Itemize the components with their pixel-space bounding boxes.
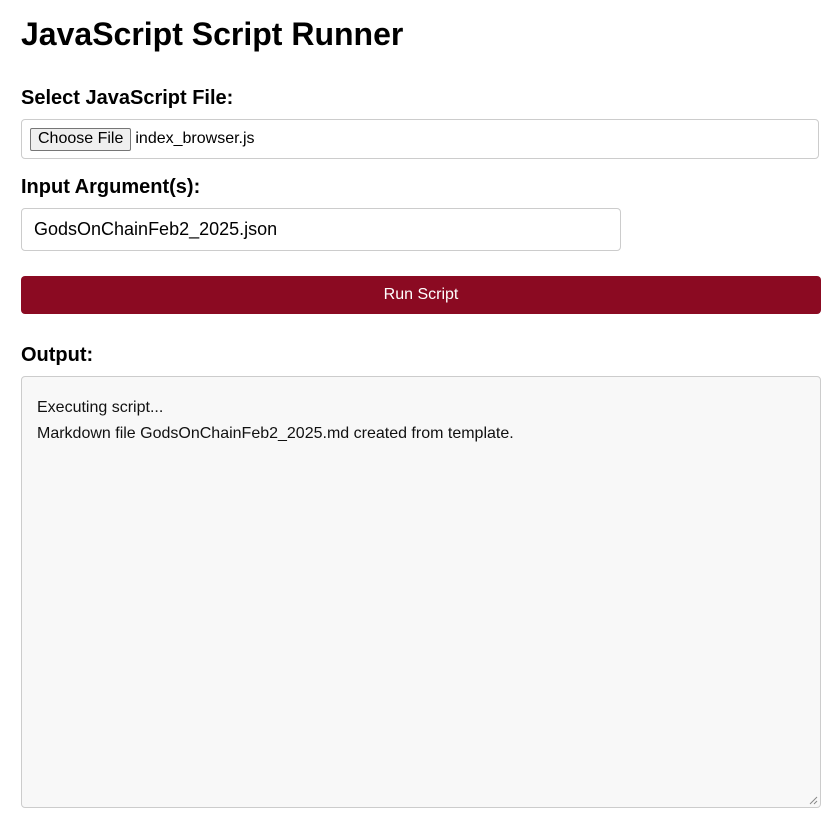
- selected-file-name: index_browser.js: [135, 130, 255, 147]
- output-label: Output:: [21, 344, 94, 366]
- file-input[interactable]: Choose File index_browser.js: [21, 119, 819, 159]
- page-title: JavaScript Script Runner: [21, 16, 404, 52]
- run-script-button[interactable]: Run Script: [21, 276, 821, 314]
- output-textarea[interactable]: Executing script... Markdown file GodsOn…: [21, 376, 821, 808]
- resize-handle-icon[interactable]: [808, 795, 818, 805]
- output-line: Markdown file GodsOnChainFeb2_2025.md cr…: [37, 425, 514, 442]
- file-select-label: Select JavaScript File:: [21, 87, 234, 109]
- output-line: Executing script...: [37, 399, 164, 416]
- choose-file-button[interactable]: Choose File: [30, 127, 132, 151]
- arguments-input[interactable]: [21, 208, 621, 251]
- arguments-label: Input Argument(s):: [21, 176, 201, 198]
- script-runner-page: JavaScript Script Runner Select JavaScri…: [0, 0, 840, 818]
